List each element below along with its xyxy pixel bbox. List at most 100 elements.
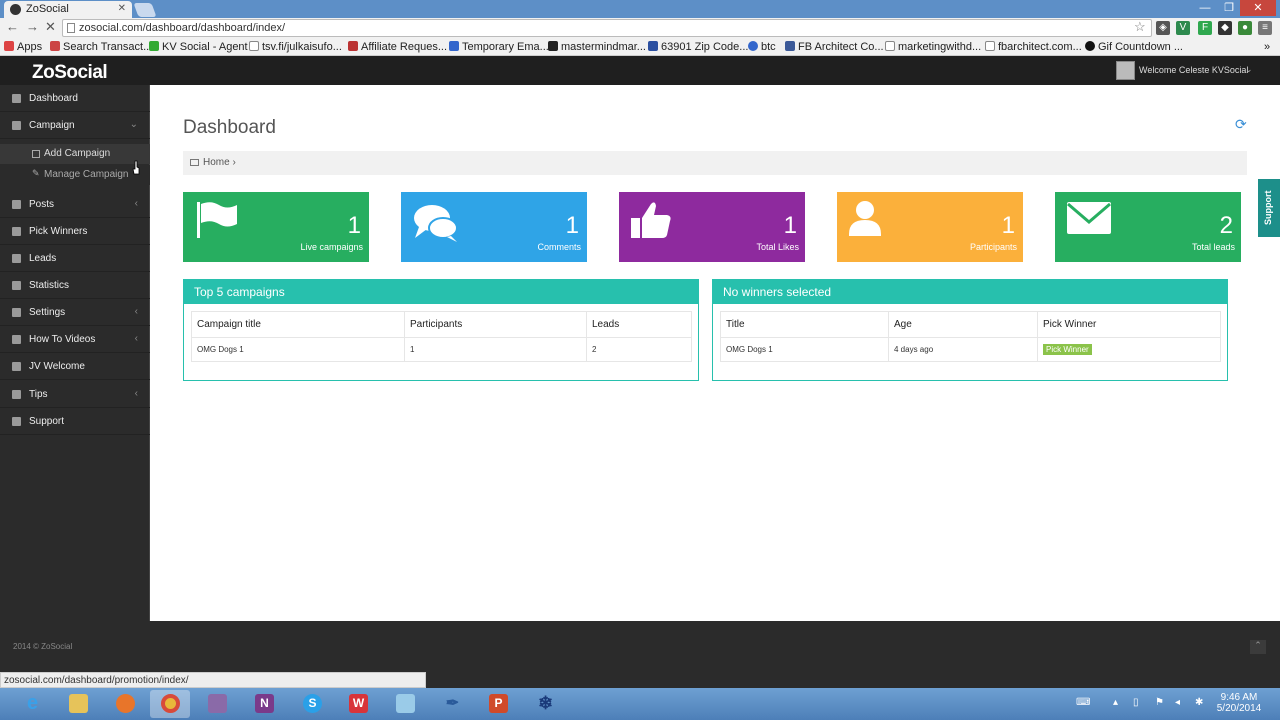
stat-live-campaigns: 1 Live campaigns <box>183 192 369 262</box>
new-tab-button[interactable] <box>133 3 157 17</box>
menu-icon[interactable]: ≡ <box>1258 21 1272 35</box>
table-cell: OMG Dogs 1 <box>191 337 405 362</box>
bookmark-item[interactable]: fbarchitect.com... <box>985 41 1082 53</box>
sidebar-item-tips[interactable]: Tips ‹ <box>0 381 150 408</box>
sidebar-item-campaign[interactable]: Campaign ⌄ <box>0 112 150 139</box>
chevron-down-icon: ⌄ <box>129 119 138 130</box>
sidebar-item-dashboard[interactable]: Dashboard <box>0 85 150 112</box>
taskbar-app-powerpoint[interactable]: P <box>478 690 518 718</box>
trophy-icon <box>12 227 21 236</box>
bookmark-item[interactable]: btc <box>748 41 776 53</box>
flag-icon <box>197 202 237 238</box>
sidebar-item-posts[interactable]: Posts ‹ <box>0 191 150 218</box>
bookmark-item[interactable]: Search Transact... <box>50 41 152 53</box>
welcome-user-text[interactable]: Welcome Celeste KVSocial <box>1139 65 1248 75</box>
app-logo[interactable]: ZoSocial <box>32 62 108 84</box>
volume-icon[interactable]: ◂ <box>1175 697 1180 708</box>
chevron-left-icon: ‹ <box>134 306 138 317</box>
taskbar-app-notes[interactable] <box>385 690 425 718</box>
sidebar-item-settings[interactable]: Settings ‹ <box>0 299 150 326</box>
sidebar-item-how-to-videos[interactable]: How To Videos ‹ <box>0 326 150 353</box>
browser-tab-strip: ZoSocial ✕ — ❐ ✕ <box>0 0 1280 18</box>
extension-icon[interactable]: F <box>1198 21 1212 35</box>
sidebar-item-statistics[interactable]: Statistics <box>0 272 150 299</box>
sidebar-item-pick-winners[interactable]: Pick Winners <box>0 218 150 245</box>
extension-icon[interactable]: ◆ <box>1218 21 1232 35</box>
refresh-icon[interactable]: ⟳ <box>1235 116 1247 133</box>
breadcrumb: Home › <box>183 151 1247 175</box>
bookmark-star-icon[interactable]: ☆ <box>1134 19 1146 35</box>
extension-icon[interactable]: ◈ <box>1156 21 1170 35</box>
flag-icon[interactable]: ⚑ <box>1155 697 1164 708</box>
sidebar-item-add-campaign[interactable]: Add Campaign <box>0 144 150 164</box>
sidebar-item-support[interactable]: Support <box>0 408 150 435</box>
window-close-icon[interactable]: ✕ <box>1240 0 1276 16</box>
bookmark-icon <box>648 41 658 51</box>
extension-icon[interactable]: ● <box>1238 21 1252 35</box>
sidebar-item-label: Settings <box>29 307 66 318</box>
chevron-left-icon: ‹ <box>134 198 138 209</box>
sidebar-item-leads[interactable]: Leads <box>0 245 150 272</box>
feather-icon: ✒ <box>445 695 460 712</box>
taskbar-app-skype[interactable]: S <box>292 690 332 718</box>
dashboard-icon <box>190 159 199 166</box>
breadcrumb-home[interactable]: Home <box>203 157 230 168</box>
bookmark-item[interactable]: Temporary Ema... <box>449 41 549 53</box>
bookmark-item[interactable]: Gif Countdown ... <box>1085 41 1183 53</box>
bookmark-item[interactable]: KV Social - Agent <box>149 41 248 53</box>
pick-winner-button[interactable]: Pick Winner <box>1043 344 1092 355</box>
taskbar-app-explorer[interactable] <box>58 690 98 718</box>
bookmark-item[interactable]: Apps <box>4 41 42 53</box>
snowflake-icon: ❄ <box>537 693 554 713</box>
skype-icon: S <box>303 694 322 713</box>
chevron-down-icon[interactable]: ⌄ <box>1245 64 1253 75</box>
sidebar-item-label: Pick Winners <box>29 226 88 237</box>
browser-tab[interactable]: ZoSocial ✕ <box>4 1 132 18</box>
panel-title: No winners selected <box>713 280 1227 304</box>
video-icon <box>12 335 21 344</box>
sidebar-item-jv-welcome[interactable]: JV Welcome <box>0 353 150 380</box>
close-icon[interactable]: ✕ <box>118 3 126 14</box>
scroll-top-icon[interactable]: ⌃ <box>1250 640 1266 654</box>
system-clock[interactable]: 9:46 AM 5/20/2014 <box>1214 692 1264 714</box>
sidebar-item-manage-campaign[interactable]: ✎ Manage Campaign <box>0 165 150 185</box>
top-campaigns-panel: Top 5 campaigns Campaign title Participa… <box>183 279 699 381</box>
more-bookmarks-icon[interactable]: » <box>1264 41 1270 53</box>
bookmark-item[interactable]: marketingwithd... <box>885 41 981 53</box>
stat-value: 1 <box>347 212 361 239</box>
taskbar-app-onenote[interactable]: N <box>244 690 284 718</box>
stop-loading-icon[interactable]: ✕ <box>45 19 56 35</box>
taskbar-app-wps[interactable]: W <box>338 690 378 718</box>
taskbar-app-firefox[interactable] <box>105 690 145 718</box>
bookmark-item[interactable]: tsv.fi/julkaisufo... <box>249 41 342 53</box>
address-bar[interactable]: zosocial.com/dashboard/dashboard/index/ <box>62 19 1152 37</box>
bookmark-item[interactable]: mastermindmar... <box>548 41 646 53</box>
bookmark-item[interactable]: FB Architect Co... <box>785 41 884 53</box>
support-tab[interactable]: Support <box>1258 179 1280 237</box>
back-icon[interactable]: ← <box>6 19 19 34</box>
panel-title: Top 5 campaigns <box>184 280 698 304</box>
tray-expand-icon[interactable]: ▴ <box>1113 697 1118 708</box>
status-bar: zosocial.com/dashboard/promotion/index/ <box>0 672 426 688</box>
favicon-icon <box>10 4 21 15</box>
device-icon[interactable]: ▯ <box>1133 697 1139 708</box>
taskbar-app-owl[interactable] <box>197 690 237 718</box>
url-text: zosocial.com/dashboard/dashboard/index/ <box>79 22 286 34</box>
minimize-icon[interactable]: — <box>1192 0 1218 16</box>
taskbar-app-snowflake[interactable]: ❄ <box>525 690 565 718</box>
network-icon[interactable]: ✱ <box>1195 697 1203 708</box>
stat-comments: 1 Comments <box>401 192 587 262</box>
stat-total-leads: 2 Total leads <box>1055 192 1241 262</box>
table-header-row: Campaign title Participants Leads <box>191 311 692 338</box>
taskbar-app-ie[interactable]: e <box>12 690 52 718</box>
maximize-icon[interactable]: ❐ <box>1216 0 1242 16</box>
keyboard-icon[interactable]: ⌨ <box>1076 697 1090 708</box>
extension-icon[interactable]: V <box>1176 21 1190 35</box>
forward-icon[interactable]: → <box>26 19 39 34</box>
avatar[interactable] <box>1116 61 1135 80</box>
taskbar-app-feather[interactable]: ✒ <box>432 690 472 718</box>
bookmark-item[interactable]: Affiliate Reques... <box>348 41 447 53</box>
taskbar-app-chrome[interactable] <box>150 690 190 718</box>
bookmark-item[interactable]: 63901 Zip Code... <box>648 41 748 53</box>
stat-value: 1 <box>565 212 579 239</box>
